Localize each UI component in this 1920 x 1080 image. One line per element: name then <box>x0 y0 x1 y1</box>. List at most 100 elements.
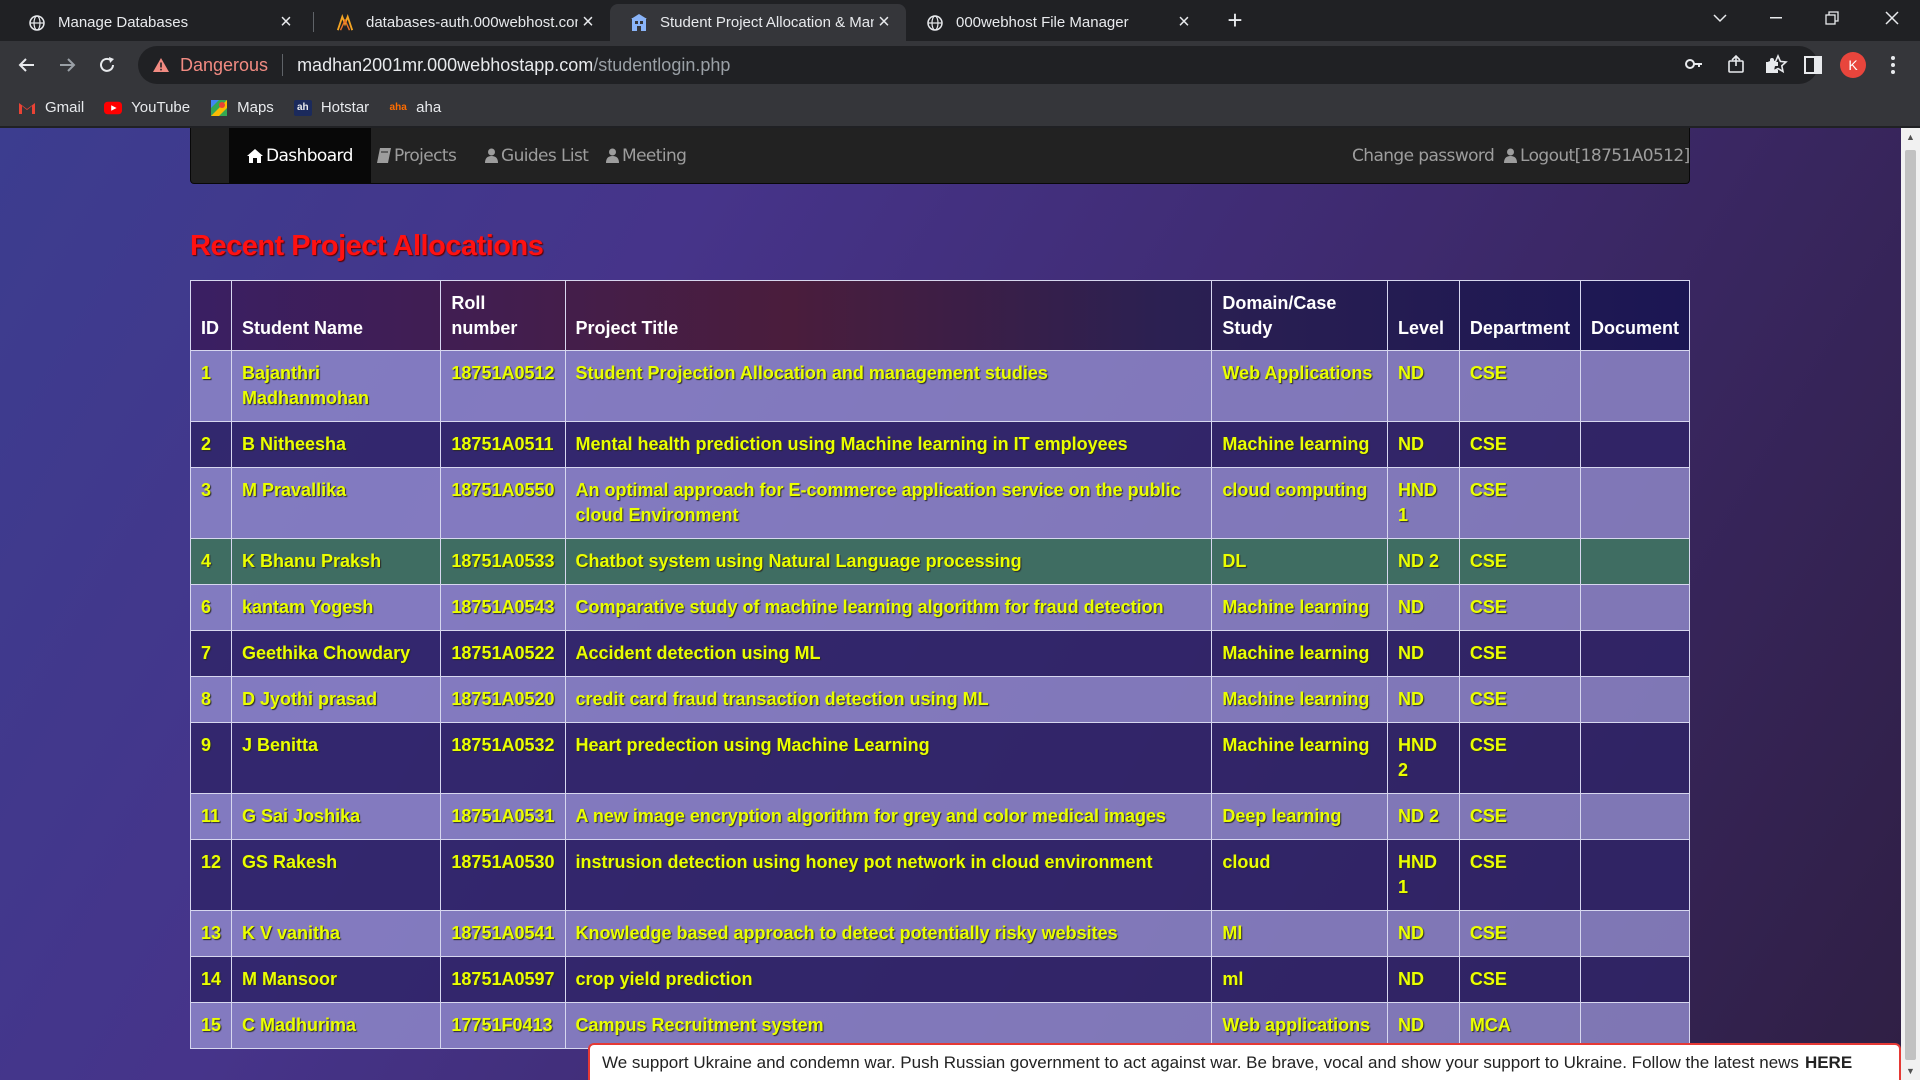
scrollbar-thumb[interactable] <box>1905 150 1916 1060</box>
close-window-button[interactable] <box>1864 0 1920 36</box>
cell-roll-number: 18751A0531 <box>440 793 566 840</box>
bookmark-label: Maps <box>237 99 274 116</box>
kebab-menu-icon <box>1891 56 1895 74</box>
close-icon[interactable]: × <box>578 12 598 33</box>
cell-roll-number: 18751A0532 <box>440 722 566 794</box>
cell-document[interactable] <box>1579 1002 1691 1049</box>
cell-level: ND <box>1386 1002 1460 1049</box>
table-body: 1 Bajanthri Madhanmohan 18751A0512 Student … <box>189 350 1691 1049</box>
cell-student-name: D Jyothi prasad <box>231 676 442 723</box>
cell-document[interactable] <box>1579 722 1691 794</box>
allocations-table: ID Student Name Roll number Project Titl… <box>189 280 1691 1049</box>
reload-icon <box>100 57 114 72</box>
cell-document[interactable] <box>1579 538 1691 585</box>
browser-tab[interactable]: Manage Databases × <box>8 4 308 41</box>
cell-id: 11 <box>189 793 233 840</box>
cell-document[interactable] <box>1579 630 1691 677</box>
restore-button[interactable] <box>1804 0 1860 36</box>
cell-document[interactable] <box>1579 467 1691 539</box>
column-header-project-title: Project Title <box>564 280 1213 351</box>
aha-icon: aha <box>389 102 407 113</box>
menu-button[interactable] <box>1879 51 1907 79</box>
cell-domain: cloud <box>1211 839 1388 911</box>
cell-domain: DL <box>1211 538 1388 585</box>
cell-document[interactable] <box>1579 676 1691 723</box>
cell-domain: Machine learning <box>1211 421 1388 468</box>
globe-icon <box>926 14 944 32</box>
chevron-down-icon <box>1713 14 1727 23</box>
browser-tab[interactable]: 000webhost File Manager × <box>906 4 1206 41</box>
address-bar[interactable]: Dangerous madhan2001mr.000webhostapp.com… <box>138 46 1818 84</box>
cell-id: 7 <box>189 630 233 677</box>
cell-student-name: K V vanitha <box>231 910 442 957</box>
profile-button[interactable]: K <box>1839 51 1867 79</box>
cell-id: 2 <box>189 421 233 468</box>
browser-tab-active[interactable]: Student Project Allocation & Man × <box>610 4 906 41</box>
cell-project-title: crop yield prediction <box>564 956 1213 1003</box>
bookmark-hotstar[interactable]: ah Hotstar <box>293 99 369 116</box>
reload-button[interactable] <box>93 51 121 79</box>
warning-icon <box>153 58 169 72</box>
nav-projects[interactable]: Projects <box>377 128 457 183</box>
table-row: 11 G Sai Joshika 18751A0531 A new image enc… <box>189 793 1691 840</box>
extensions-button[interactable] <box>1759 51 1787 79</box>
nav-logout[interactable]: Logout[18751A0512] <box>1504 128 1690 183</box>
nav-dashboard[interactable]: Dashboard <box>229 128 371 183</box>
scroll-down-arrow-icon[interactable]: ▼ <box>1905 1066 1916 1076</box>
banner-link[interactable]: HERE <box>1805 1053 1852 1073</box>
security-warning[interactable]: Dangerous <box>152 55 268 76</box>
bookmark-youtube[interactable]: YouTube <box>104 99 190 116</box>
cell-roll-number: 18751A0520 <box>440 676 566 723</box>
cell-domain: Web Applications <box>1211 350 1388 422</box>
nav-guides-list[interactable]: Guides List <box>485 128 589 183</box>
cell-level: ND <box>1386 584 1460 631</box>
cell-department: CSE <box>1458 421 1581 468</box>
cell-department: CSE <box>1458 630 1581 677</box>
tab-title: 000webhost File Manager <box>956 14 1129 31</box>
key-icon[interactable] <box>1684 54 1704 74</box>
cell-student-name: Bajanthri Madhanmohan <box>231 350 442 422</box>
cell-project-title: Campus Recruitment system <box>564 1002 1213 1049</box>
restore-icon <box>1825 11 1839 25</box>
arrow-right-icon <box>60 58 76 72</box>
table-row: 15 C Madhurima 17751F0413 Campus Recruitmen… <box>189 1002 1691 1049</box>
bookmark-aha[interactable]: aha aha <box>389 99 442 116</box>
nav-meeting[interactable]: Meeting <box>606 128 687 183</box>
cell-department: MCA <box>1458 1002 1581 1049</box>
forward-button[interactable] <box>53 51 81 79</box>
side-panel-button[interactable] <box>1799 51 1827 79</box>
bookmark-maps[interactable]: Maps <box>210 99 274 116</box>
page-scrollbar[interactable]: ▲ ▼ <box>1901 128 1920 1080</box>
cell-document[interactable] <box>1579 839 1691 911</box>
close-icon[interactable]: × <box>1174 12 1194 33</box>
cell-project-title: Student Projection Allocation and manage… <box>564 350 1213 422</box>
cell-level: ND <box>1386 350 1460 422</box>
close-icon[interactable]: × <box>874 12 894 33</box>
nav-change-password[interactable]: Change password <box>1352 128 1495 183</box>
user-icon <box>1504 148 1517 163</box>
bookmark-gmail[interactable]: Gmail <box>18 99 84 116</box>
tab-search-button[interactable] <box>1692 0 1748 36</box>
share-icon[interactable] <box>1726 54 1746 74</box>
close-icon[interactable]: × <box>276 12 296 33</box>
cell-document[interactable] <box>1579 910 1691 957</box>
page-title: Recent Project Allocations <box>190 230 544 262</box>
minimize-button[interactable] <box>1748 0 1804 36</box>
bookmarks-bar: Gmail YouTube Maps ah Hotstar aha aha <box>0 89 1920 127</box>
cell-domain: Machine learning <box>1211 584 1388 631</box>
cell-document[interactable] <box>1579 350 1691 422</box>
cell-document[interactable] <box>1579 421 1691 468</box>
cell-document[interactable] <box>1579 956 1691 1003</box>
url-text[interactable]: madhan2001mr.000webhostapp.com/studentlo… <box>297 55 730 76</box>
cell-document[interactable] <box>1579 793 1691 840</box>
table-row: 9J Benitta 18751A0532 Heart predection usi… <box>189 722 1691 794</box>
scroll-up-arrow-icon[interactable]: ▲ <box>1905 132 1916 142</box>
globe-icon <box>28 14 46 32</box>
cell-document[interactable] <box>1579 584 1691 631</box>
back-button[interactable] <box>13 51 41 79</box>
cell-project-title: Knowledge based approach to detect poten… <box>564 910 1213 957</box>
table-row: 4K Bhanu Praksh 18751A0533 Chatbot system … <box>189 538 1691 585</box>
new-tab-button[interactable]: + <box>1222 7 1248 34</box>
browser-tab[interactable]: databases-auth.000webhost.com × <box>316 4 610 41</box>
cell-student-name: B Nitheesha <box>231 421 442 468</box>
